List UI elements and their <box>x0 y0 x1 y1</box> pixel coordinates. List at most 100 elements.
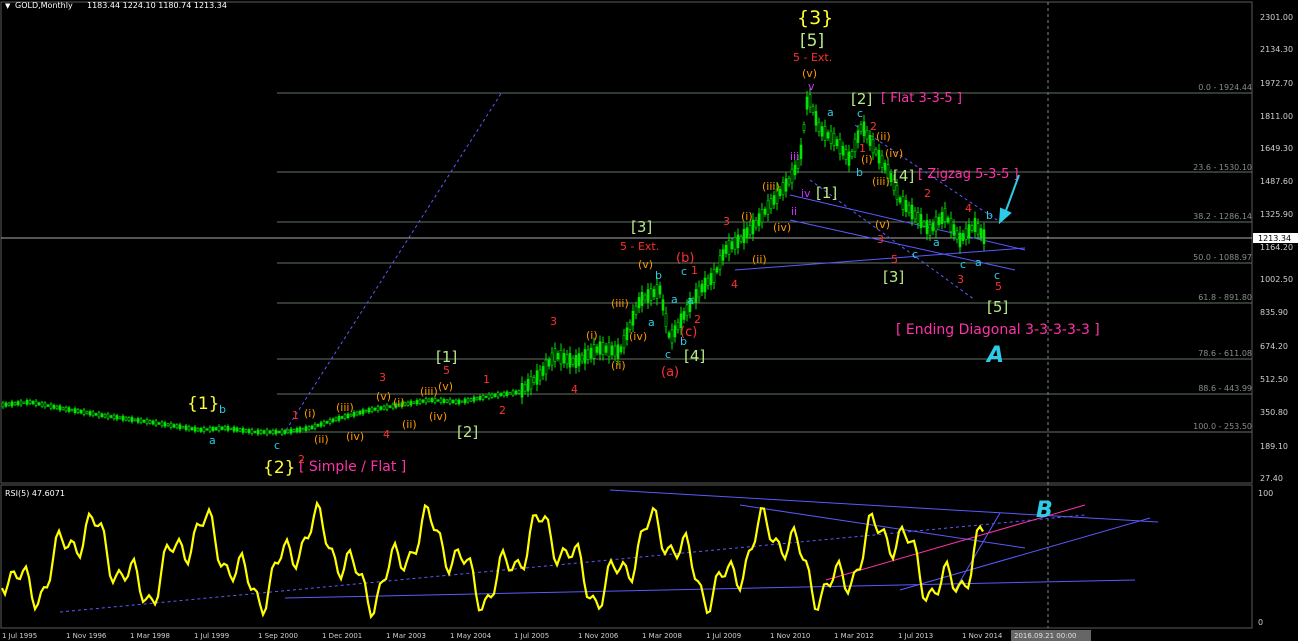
candle-body <box>808 94 812 108</box>
candle-body <box>304 426 308 431</box>
candle-body <box>826 132 830 139</box>
candle-body <box>472 396 476 402</box>
svg-text:1487.60: 1487.60 <box>1260 177 1293 186</box>
candle-body <box>64 406 68 412</box>
candle-body <box>244 429 248 433</box>
candle-body <box>88 411 92 416</box>
svg-text:5: 5 <box>891 253 898 266</box>
candle-body <box>682 311 686 320</box>
candle-body <box>574 354 578 368</box>
ohlc-values: 1183.44 1224.10 1180.74 1213.34 <box>87 1 227 10</box>
candle-body <box>727 240 731 255</box>
candle-body <box>70 409 74 412</box>
wave-label: [5] <box>800 31 824 51</box>
candle-body <box>307 426 311 430</box>
candle-body <box>493 393 497 397</box>
candle-body <box>334 417 338 422</box>
candle-body <box>949 218 953 232</box>
candle-body <box>865 129 869 140</box>
candle-body <box>19 400 23 406</box>
candle-body <box>709 273 713 285</box>
svg-text:1 Jul 2013: 1 Jul 2013 <box>898 632 933 640</box>
candle-body <box>268 430 272 434</box>
svg-text:1164.20: 1164.20 <box>1260 243 1293 252</box>
candle-body <box>604 345 608 353</box>
candle-body <box>241 428 245 433</box>
candle-body <box>868 134 872 146</box>
svg-text:1 Nov 2006: 1 Nov 2006 <box>578 632 619 640</box>
candle-body <box>583 349 587 364</box>
candle-body <box>382 405 386 410</box>
candle-body <box>223 426 227 430</box>
svg-text:27.40: 27.40 <box>1260 474 1283 483</box>
candle-body <box>799 144 803 160</box>
candle-body <box>706 277 710 287</box>
candle-body <box>481 395 485 400</box>
candle-body <box>331 418 335 423</box>
candle-body <box>1 402 5 408</box>
candle-body <box>319 422 323 427</box>
candle-body <box>646 289 650 303</box>
svg-text:b: b <box>655 269 662 282</box>
svg-text:(iii): (iii) <box>872 175 890 188</box>
candle-body <box>676 321 680 331</box>
candle-body <box>118 416 122 420</box>
candle-body <box>121 415 125 421</box>
candle-body <box>622 334 626 349</box>
svg-text:3: 3 <box>877 233 884 246</box>
candle-body <box>898 197 902 203</box>
candle-body <box>928 224 932 236</box>
candle-body <box>742 228 746 244</box>
candle-body <box>862 121 866 137</box>
svg-text:1 Mar 2012: 1 Mar 2012 <box>834 632 874 640</box>
candle-body <box>850 151 854 158</box>
candle-body <box>769 198 773 210</box>
candle-body <box>820 126 824 137</box>
fib-label: 61.8 - 891.80 <box>1198 293 1252 302</box>
candle-body <box>940 212 944 224</box>
candle-body <box>964 227 968 241</box>
svg-text:b: b <box>219 403 226 416</box>
candle-body <box>130 417 134 422</box>
collapse-arrow-icon[interactable]: ▼ <box>5 2 11 10</box>
candle-body <box>586 349 590 360</box>
candle-body <box>496 392 500 398</box>
candle-body <box>256 429 260 435</box>
candle-body <box>28 400 32 404</box>
svg-text:2134.30: 2134.30 <box>1260 45 1293 54</box>
candle-body <box>511 390 515 396</box>
candle-body <box>610 345 614 356</box>
candle-body <box>178 424 182 430</box>
wave-label: [4] <box>893 167 914 185</box>
svg-text:1 May 2004: 1 May 2004 <box>450 632 492 640</box>
svg-text:1 Mar 2008: 1 Mar 2008 <box>642 632 682 640</box>
candle-body <box>4 402 8 407</box>
candle-body <box>787 178 791 185</box>
chart-window[interactable]: 0.0 - 1924.44 23.6 - 1530.10 38.2 - 1286… <box>0 0 1298 641</box>
candle-body <box>13 402 17 406</box>
svg-text:(v): (v) <box>438 380 453 393</box>
svg-text:(v): (v) <box>638 258 653 271</box>
candle-body <box>757 213 761 226</box>
candle-body <box>517 390 521 394</box>
candle-body <box>721 249 725 261</box>
candle-body <box>955 230 959 240</box>
wave-label: B <box>1036 498 1053 523</box>
candle-body <box>106 413 110 419</box>
candle-body <box>175 424 179 429</box>
svg-text:(ii): (ii) <box>402 418 417 431</box>
svg-text:a: a <box>933 236 940 249</box>
candle-body <box>625 327 629 341</box>
candle-body <box>784 178 788 192</box>
candle-body <box>184 425 188 430</box>
candle-body <box>298 427 302 432</box>
candle-body <box>772 195 776 205</box>
candle-body <box>889 173 893 182</box>
candle-body <box>805 96 809 110</box>
candle-body <box>418 399 422 404</box>
candle-body <box>943 208 947 222</box>
candle-body <box>133 418 137 422</box>
candle-body <box>7 402 11 406</box>
candle-body <box>463 398 467 404</box>
candle-body <box>412 401 416 404</box>
